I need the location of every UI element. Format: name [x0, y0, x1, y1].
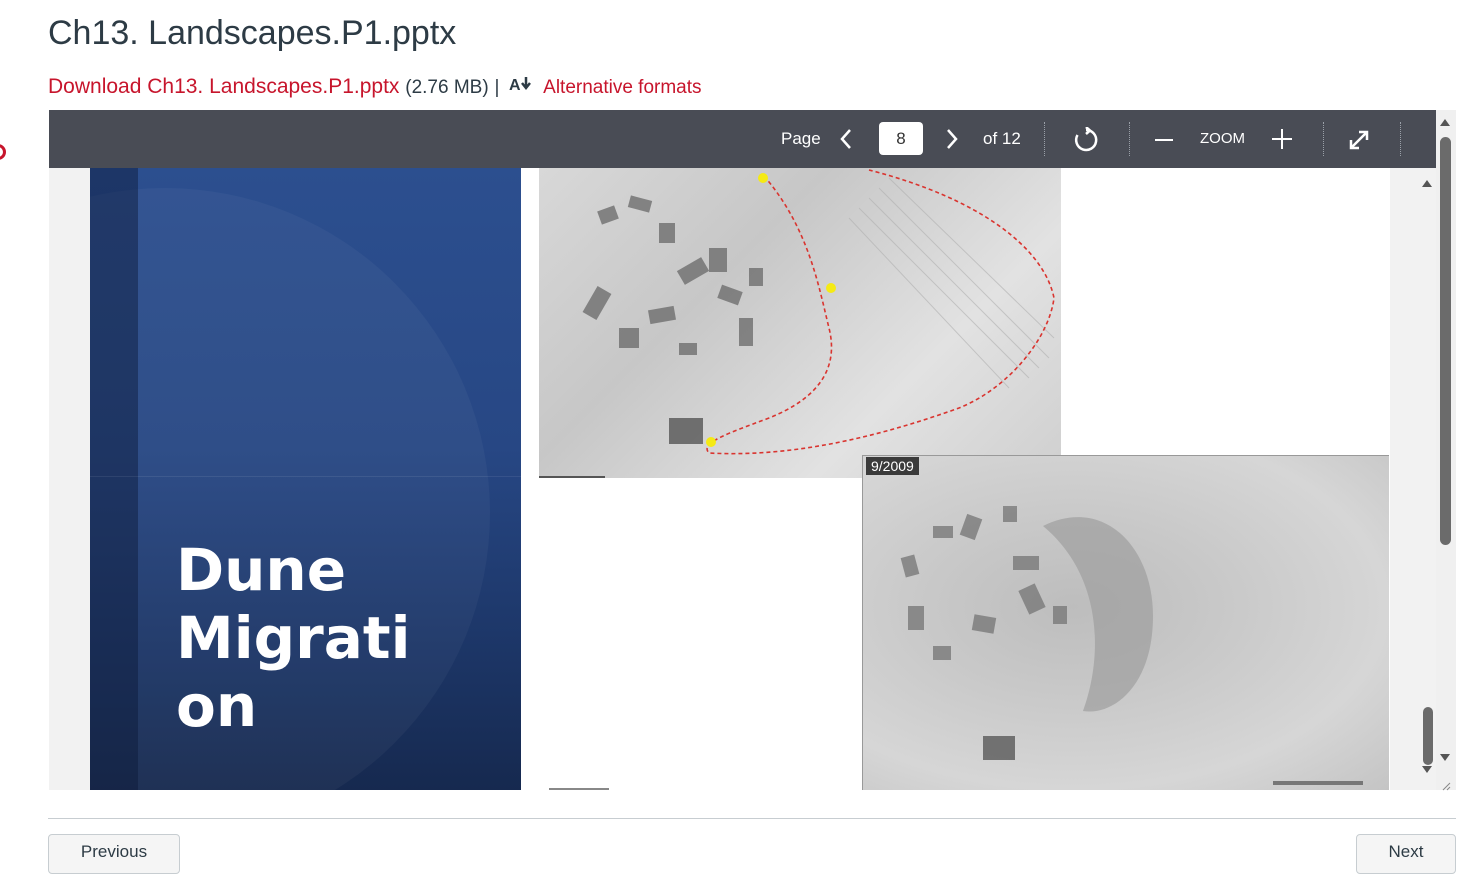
slide-area: Dune Migrati on 9/2009	[49, 168, 1436, 790]
slide-title: Dune Migrati on	[176, 536, 411, 740]
alternative-formats-icon: A	[509, 75, 535, 99]
plus-icon[interactable]	[1272, 129, 1292, 149]
rotate-icon[interactable]	[1073, 127, 1099, 152]
download-row: Download Ch13. Landscapes.P1.pptx (2.76 …	[48, 75, 702, 99]
page-number-input[interactable]: 8	[879, 122, 923, 155]
photo-date-label: 9/2009	[866, 457, 919, 475]
page-label: Page	[781, 129, 821, 148]
divider	[1323, 122, 1324, 156]
divider	[1400, 122, 1401, 156]
scroll-down-icon[interactable]	[1440, 754, 1450, 761]
download-link[interactable]: Download Ch13. Landscapes.P1.pptx	[48, 75, 399, 98]
inner-scroll-down-icon[interactable]	[1422, 766, 1432, 773]
alternative-formats-link[interactable]: Alternative formats	[543, 77, 701, 98]
photo-scale-bar	[549, 788, 609, 790]
svg-text:A: A	[509, 77, 521, 93]
zoom-label: ZOOM	[1200, 130, 1245, 147]
aerial-photo-2009: 9/2009	[862, 455, 1389, 790]
photo-scale-bar	[539, 476, 605, 478]
inner-scroll-up-icon[interactable]	[1422, 180, 1432, 187]
total-pages: of 12	[983, 129, 1021, 148]
previous-button[interactable]: Previous	[48, 834, 180, 874]
scroll-up-icon[interactable]	[1440, 119, 1450, 126]
aerial-photo-before	[539, 168, 1061, 478]
chevron-left-icon[interactable]	[839, 128, 853, 150]
scrollbar-thumb[interactable]	[1440, 137, 1451, 545]
divider	[1129, 122, 1130, 156]
chevron-right-icon[interactable]	[945, 128, 959, 150]
inner-scrollbar-thumb[interactable]	[1423, 707, 1433, 765]
next-button[interactable]: Next	[1356, 834, 1456, 874]
title-panel: Dune Migrati on	[90, 168, 521, 790]
slide-page: Dune Migrati on 9/2009	[90, 168, 1390, 790]
file-size: (2.76 MB)	[405, 77, 489, 98]
document-viewer: Page 8 of 12 ZOOM Dune Migrati on 9/2009	[49, 110, 1436, 790]
divider	[1044, 122, 1045, 156]
viewer-toolbar: Page 8 of 12 ZOOM	[49, 110, 1436, 168]
divider	[48, 818, 1456, 819]
resize-handle-icon[interactable]	[1441, 778, 1451, 791]
fullscreen-icon[interactable]	[1347, 128, 1371, 150]
minus-icon[interactable]	[1155, 138, 1173, 142]
status-indicator-icon	[0, 144, 6, 160]
page-title: Ch13. Landscapes.P1.pptx	[48, 14, 457, 52]
separator: |	[494, 77, 500, 98]
